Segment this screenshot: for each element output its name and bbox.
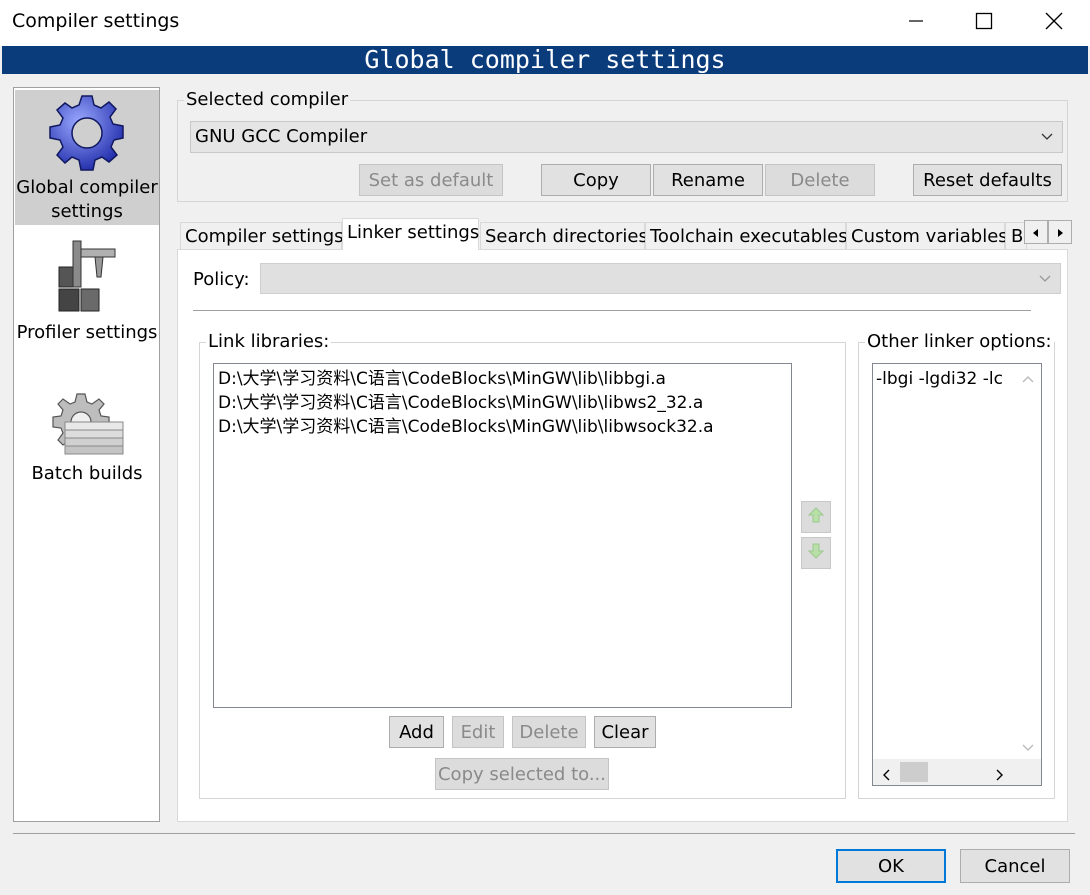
list-item[interactable]: D:\大学\学习资料\C语言\CodeBlocks\MinGW\lib\libw… xyxy=(214,391,791,415)
close-icon xyxy=(1045,12,1063,35)
move-up-button[interactable] xyxy=(801,501,831,533)
chevron-down-icon xyxy=(1022,739,1034,759)
maximize-button[interactable] xyxy=(950,0,1018,46)
tab-custom-variables[interactable]: Custom variables xyxy=(846,222,1008,249)
reset-defaults-button[interactable]: Reset defaults xyxy=(913,164,1062,196)
selected-compiler-label: Selected compiler xyxy=(184,89,351,110)
sidebar-item-label: settings xyxy=(51,201,123,222)
list-item[interactable]: D:\大学\学习资料\C语言\CodeBlocks\MinGW\lib\libw… xyxy=(214,415,791,439)
cancel-button[interactable]: Cancel xyxy=(960,849,1070,883)
arrow-down-icon xyxy=(807,542,825,565)
ok-button[interactable]: OK xyxy=(836,849,946,883)
chevron-down-icon xyxy=(1040,122,1054,162)
copy-compiler-button[interactable]: Copy xyxy=(541,164,651,196)
arrow-up-icon xyxy=(807,506,825,529)
triangle-left-icon xyxy=(1031,222,1041,243)
list-item[interactable]: D:\大学\学习资料\C语言\CodeBlocks\MinGW\lib\libb… xyxy=(214,367,791,391)
other-linker-options-label: Other linker options: xyxy=(865,331,1054,352)
settings-banner: Global compiler settings xyxy=(2,46,1088,74)
sidebar-item-global-compiler[interactable]: Global compiler settings xyxy=(15,90,159,225)
vertical-scrollbar[interactable] xyxy=(1015,364,1041,760)
compiler-select-value: GNU GCC Compiler xyxy=(195,126,368,147)
close-window-button[interactable] xyxy=(1020,0,1088,46)
delete-library-button[interactable]: Delete xyxy=(512,716,586,748)
minimize-button[interactable] xyxy=(882,0,950,46)
policy-label: Policy: xyxy=(193,269,250,290)
tab-toolchain-executables[interactable]: Toolchain executables xyxy=(645,222,848,249)
horizontal-scrollbar[interactable] xyxy=(873,759,1041,785)
chevron-left-icon xyxy=(880,766,892,785)
rename-compiler-button[interactable]: Rename xyxy=(653,164,763,196)
edit-library-button[interactable]: Edit xyxy=(452,716,504,748)
gear-icon xyxy=(48,94,126,179)
other-linker-options-text: -lbgi -lgdi32 -lc xyxy=(876,369,1003,389)
profiler-icon xyxy=(51,237,123,324)
tab-search-directories[interactable]: Search directories xyxy=(480,222,648,249)
sidebar-item-profiler[interactable]: Profiler settings xyxy=(15,233,159,353)
add-library-button[interactable]: Add xyxy=(389,716,444,748)
compiler-select[interactable]: GNU GCC Compiler xyxy=(190,121,1063,153)
sidebar-item-label: Global compiler xyxy=(16,177,158,198)
link-libraries-label: Link libraries: xyxy=(206,331,332,352)
tab-scroll-right-button[interactable] xyxy=(1048,220,1072,244)
delete-compiler-button[interactable]: Delete xyxy=(765,164,875,196)
chevron-up-icon xyxy=(1022,370,1034,390)
window-title: Compiler settings xyxy=(12,10,180,32)
chevron-right-icon xyxy=(994,766,1006,785)
footer-separator xyxy=(13,833,1075,834)
sidebar-item-label: Batch builds xyxy=(31,463,143,484)
sidebar-item-batch-builds[interactable]: Batch builds xyxy=(15,378,159,498)
minimize-icon xyxy=(908,13,924,34)
copy-selected-to-button[interactable]: Copy selected to... xyxy=(435,758,609,790)
move-down-button[interactable] xyxy=(801,537,831,569)
policy-select[interactable] xyxy=(260,263,1061,294)
horizontal-scroll-thumb[interactable] xyxy=(900,762,928,782)
chevron-down-icon xyxy=(1038,264,1052,304)
set-as-default-button[interactable]: Set as default xyxy=(359,164,503,196)
separator xyxy=(193,310,1031,311)
tab-linker-settings[interactable]: Linker settings xyxy=(342,218,479,250)
tab-scroll-left-button[interactable] xyxy=(1024,220,1048,244)
settings-category-list: Global compiler settings Profiler settin… xyxy=(13,87,160,822)
clear-libraries-button[interactable]: Clear xyxy=(594,716,656,748)
maximize-icon xyxy=(975,12,993,35)
triangle-right-icon xyxy=(1055,222,1065,243)
link-libraries-list[interactable]: D:\大学\学习资料\C语言\CodeBlocks\MinGW\lib\libb… xyxy=(213,363,792,708)
tab-compiler-settings[interactable]: Compiler settings xyxy=(180,222,344,249)
other-linker-options-textarea[interactable]: -lbgi -lgdi32 -lc xyxy=(872,363,1042,786)
batch-builds-icon xyxy=(49,392,129,465)
sidebar-item-label: Profiler settings xyxy=(16,322,158,343)
